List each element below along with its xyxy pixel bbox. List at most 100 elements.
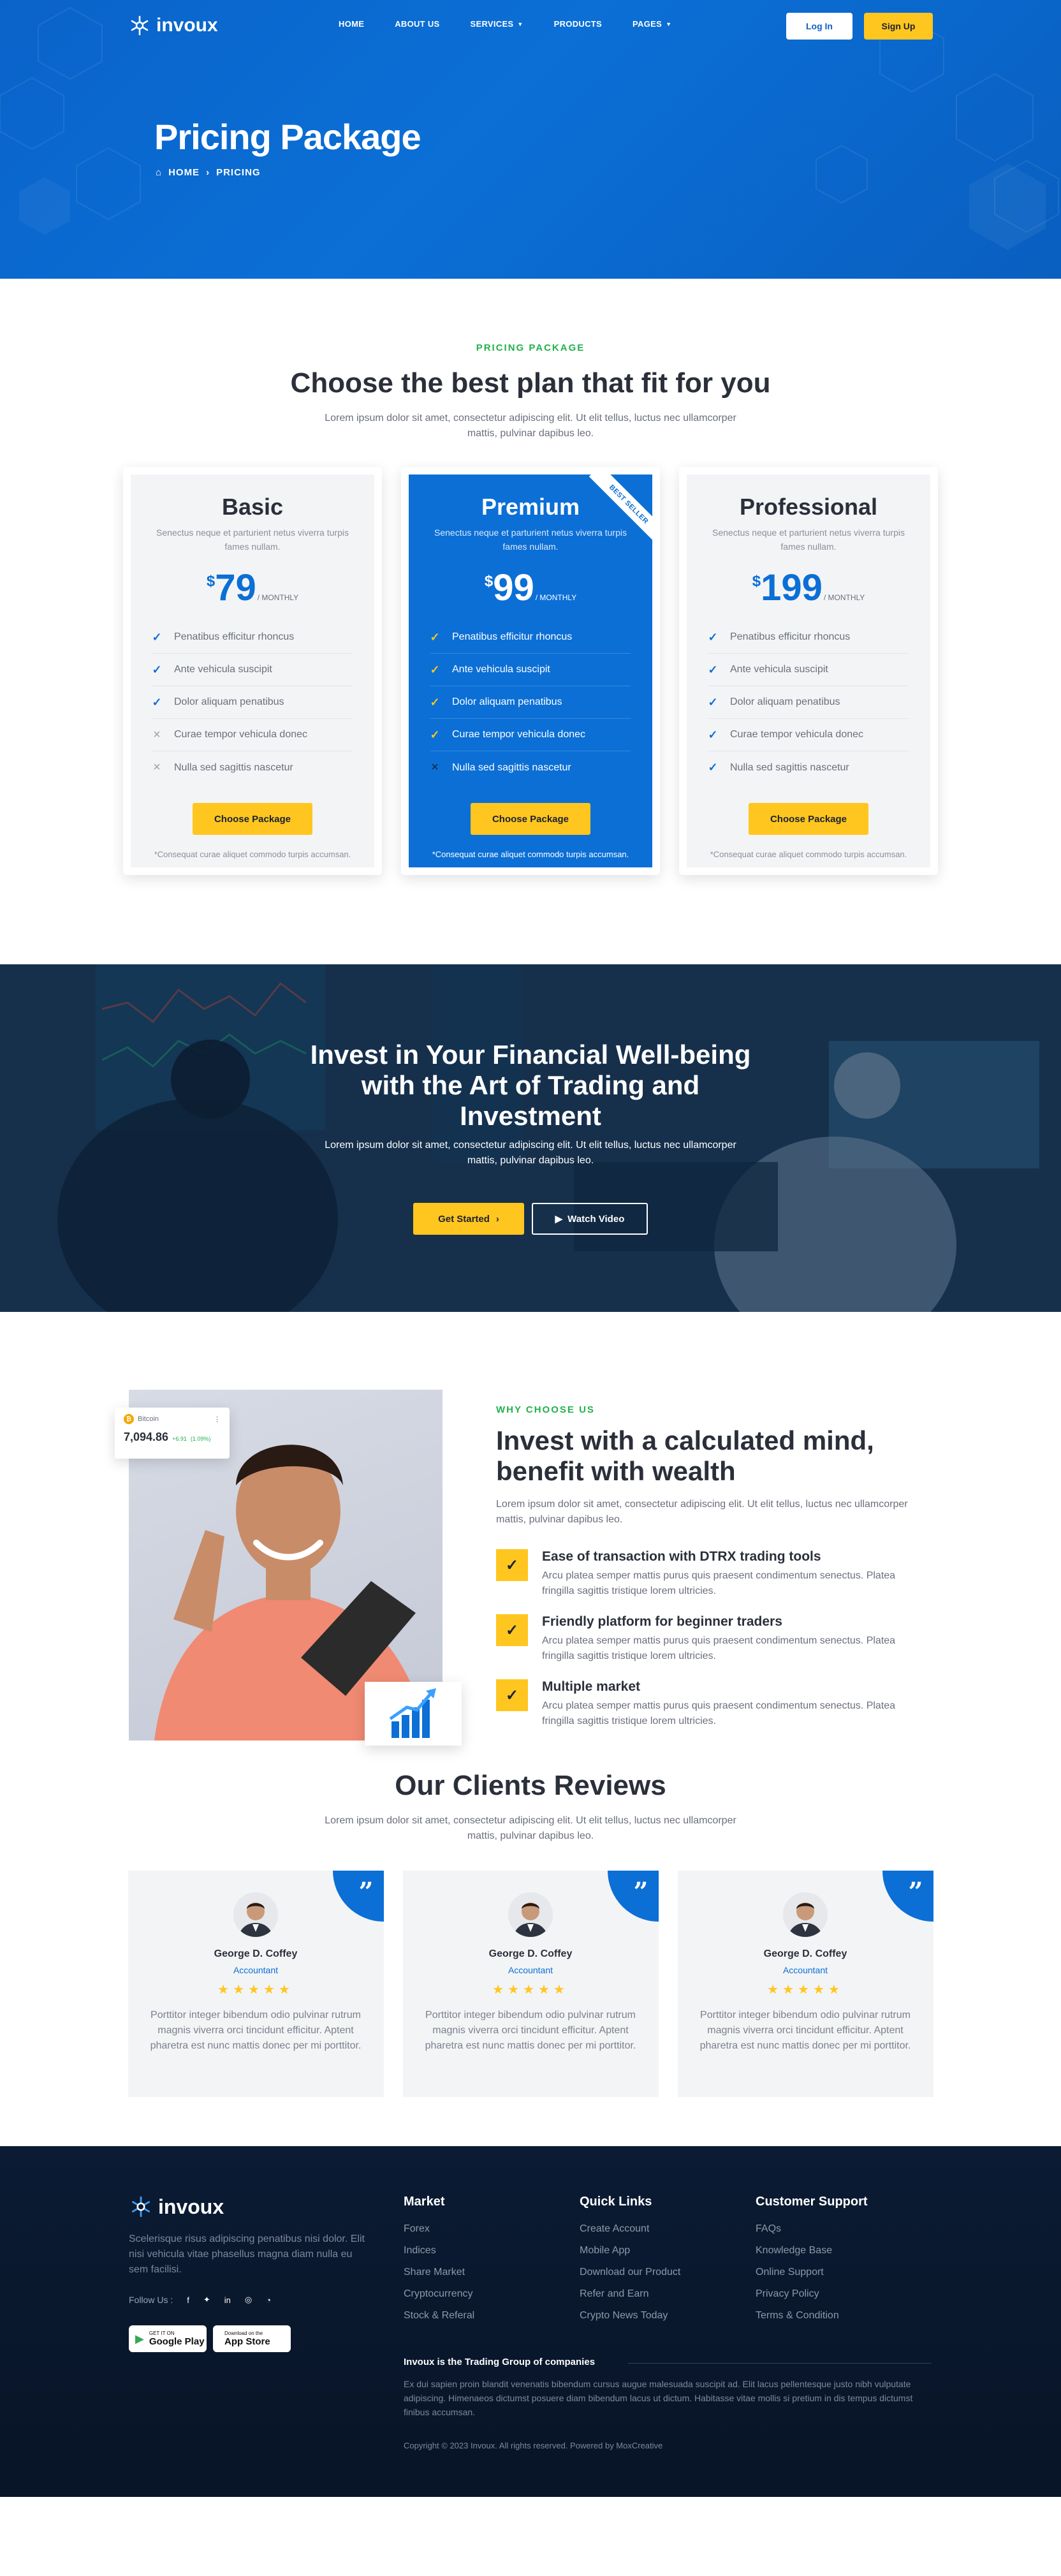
nav-services[interactable]: SERVICES ▼ [471,19,523,29]
plan-feature: ✓ Nulla sed sagittis nascetur [708,751,909,784]
signup-button[interactable]: Sign Up [864,13,933,40]
breadcrumb: ⌂ HOME › PRICING [156,167,261,178]
group-description: Ex dui sapien proin blandit venenatis bi… [404,2379,913,2417]
quote-icon: ” [607,1871,659,1922]
main-nav: invoux HOME ABOUT US SERVICES ▼ PRODUCTS … [128,0,933,52]
pricing-card: Professional Senectus neque et parturient… [679,467,938,875]
plan-feature-label: Nulla sed sagittis nascetur [452,762,571,773]
linkedin-icon[interactable]: in [224,2295,231,2305]
facebook-icon[interactable]: f [187,2295,189,2305]
page-title: Pricing Package [154,117,421,157]
avatar [783,1892,828,1937]
footer-link[interactable]: Online Support [756,2267,868,2288]
plan-description: Senectus neque et parturient netus viver… [156,527,349,552]
footer-link[interactable]: Stock & Referal [404,2310,474,2332]
plan-feature-label: Curae tempor vehicula donec [174,729,308,740]
footer-link[interactable]: Privacy Policy [756,2288,868,2310]
footer-link[interactable]: Forex [404,2223,474,2245]
choose-package-button[interactable]: Choose Package [749,803,868,835]
price-currency: $ [206,573,216,590]
nav-pages[interactable]: PAGES ▼ [633,19,671,29]
why-item: ✓ Ease of transaction with DTRX trading … [496,1549,930,1599]
star-rating: ★★★★★ [492,1983,569,1997]
footer-link[interactable]: Mobile App [580,2245,680,2267]
nav-about[interactable]: ABOUT US [395,19,439,29]
growth-chart-card [365,1682,462,1746]
footer-link[interactable]: Knowledge Base [756,2245,868,2267]
social-links: Follow Us : f ✦ in ◎ ◔ [129,2295,271,2305]
choose-package-button[interactable]: Choose Package [471,803,590,835]
watch-video-button[interactable]: ▶ Watch Video [532,1203,648,1235]
instagram-icon[interactable]: ◎ [245,2295,252,2305]
growth-chart-icon [389,1688,436,1738]
footer-link[interactable]: Download our Product [580,2267,680,2288]
plan-features: ✓ Penatibus efficitur rhoncus ✓ Ante vehicu… [152,621,353,784]
plan-name: Professional [739,494,878,520]
close-icon: × [431,760,439,774]
twitter-icon[interactable]: ✦ [203,2295,210,2305]
ticker-coin: Bitcoin [138,1415,159,1423]
check-icon: ✓ [708,663,718,676]
plan-feature-label: Penatibus efficitur rhoncus [174,631,295,642]
google-play-badge[interactable]: ▶ GET IT ON Google Play [129,2325,207,2352]
footer-link[interactable]: Share Market [404,2267,474,2288]
star-rating: ★★★★★ [767,1983,844,1997]
pricing-card: Basic Senectus neque et parturient netus … [123,467,382,875]
check-icon: ✓ [496,1614,528,1646]
footer-link[interactable]: Refer and Earn [580,2288,680,2310]
price-amount: 79 [215,567,256,608]
check-icon: ✓ [152,630,162,644]
rss-icon[interactable]: ◔ [266,2295,271,2305]
chevron-down-icon: ▼ [517,20,523,27]
why-item-text: Arcu platea semper mattis purus quis pra… [542,1570,896,1596]
why-item-text: Arcu platea semper mattis purus quis pra… [542,1635,896,1661]
footer-link[interactable]: Indices [404,2245,474,2267]
check-icon: ✓ [430,728,440,741]
plan-price: $79/ MONTHLY [152,567,353,608]
why-eyebrow: WHY CHOOSE US [496,1404,595,1415]
copyright: Copyright © 2023 Invoux. All rights rese… [404,2441,663,2450]
why-item-text: Arcu platea semper mattis purus quis pra… [542,1700,896,1726]
app-store-badge[interactable]: Download on the App Store [213,2325,291,2352]
choose-package-button[interactable]: Choose Package [193,803,312,835]
brand-logo[interactable]: invoux [128,14,218,37]
chevron-right-icon: › [495,1213,499,1225]
quote-icon: ” [332,1871,384,1922]
footer-logo[interactable]: invoux [129,2195,224,2219]
nav-products[interactable]: PRODUCTS [554,19,602,29]
footer-link[interactable]: Create Account [580,2223,680,2245]
reviewer-name: George D. Coffey [214,1948,298,1959]
pricing-cards: Basic Senectus neque et parturient netus … [0,467,1061,875]
follow-label: Follow Us : [129,2295,173,2305]
breadcrumb-home[interactable]: HOME [168,167,200,178]
chevron-down-icon: ▼ [666,20,672,27]
avatar [508,1892,553,1937]
plan-name: Premium [481,494,580,520]
reviewer-role: Accountant [508,1965,553,1975]
review-text: Porttitor integer bibendum odio pulvinar… [699,2010,911,2051]
plan-description: Senectus neque et parturient netus viver… [712,527,905,552]
plan-note: *Consequat curae aliquet commodo turpis … [710,850,907,859]
review-text: Porttitor integer bibendum odio pulvinar… [150,2010,362,2051]
play-icon: ▶ [555,1214,563,1225]
footer-link[interactable]: Cryptocurrency [404,2288,474,2310]
footer-link[interactable]: FAQs [756,2223,868,2245]
footer-link[interactable]: Crypto News Today [580,2310,680,2332]
nav-home[interactable]: HOME [339,19,364,29]
bitcoin-icon: ₿ [124,1414,134,1424]
plan-feature: ✓ Curae tempor vehicula donec [430,719,631,751]
get-started-button[interactable]: Get Started › [413,1203,524,1235]
pricing-card: BEST SELLER Premium Senectus neque et part… [401,467,660,875]
invest-banner: Invest in Your Financial Well-being with… [0,964,1061,1312]
footer-link[interactable]: Terms & Condition [756,2310,868,2332]
price-currency: $ [484,573,494,590]
login-button[interactable]: Log In [786,13,852,40]
home-icon: ⌂ [156,167,163,178]
ticker-value: 7,094.86 [124,1431,169,1443]
check-icon: ✓ [708,695,718,709]
plan-feature: ✓ Dolor aliquam penatibus [708,686,909,719]
reviews-subtitle: Lorem ipsum dolor sit amet, consectetur … [325,1815,736,1841]
ticker-change: +6.91 [172,1436,187,1442]
site-footer: invoux Scelerisque risus adipiscing pena… [0,2146,1061,2497]
more-icon: ⋮ [214,1415,221,1424]
